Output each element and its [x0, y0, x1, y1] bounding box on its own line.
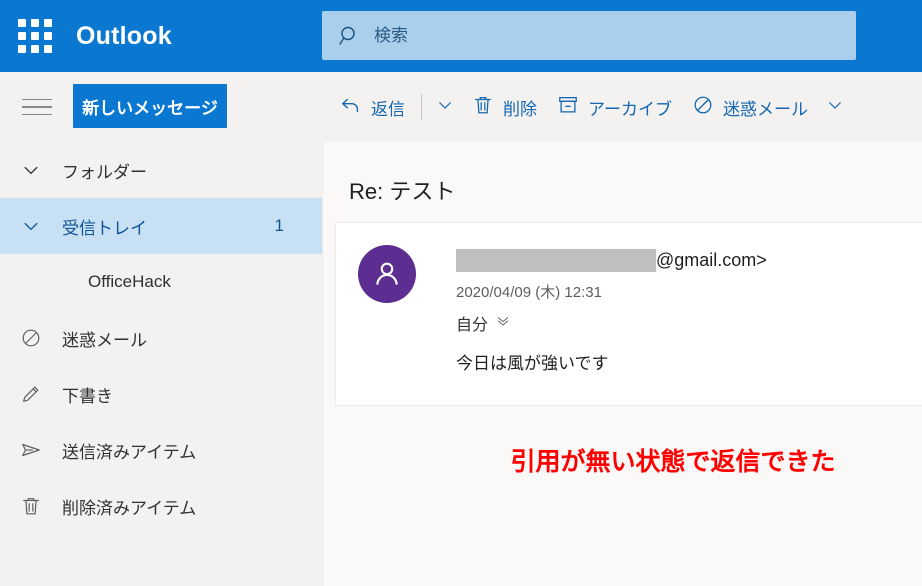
- more-actions-chevron[interactable]: [818, 90, 852, 125]
- chevron-down-icon: [0, 160, 62, 180]
- sidebar-item-label: OfficeHack: [88, 272, 171, 291]
- app-grid-dot: [31, 32, 39, 40]
- annotation-text: 引用が無い状態で返信できた: [510, 448, 836, 476]
- app-grid-dot: [31, 19, 39, 27]
- person-avatar-icon: [358, 245, 416, 303]
- archive-label: アーカイブ: [588, 99, 672, 119]
- reply-options-chevron[interactable]: [428, 90, 462, 125]
- junk-label: 迷惑メール: [722, 99, 808, 119]
- sidebar-item-inbox[interactable]: 受信トレイ 1: [0, 198, 322, 254]
- app-grid-dot: [44, 45, 52, 53]
- sidebar-item-label: 下書き: [62, 386, 113, 406]
- block-circle-slash-icon: [0, 327, 62, 349]
- trash-icon: [0, 495, 62, 517]
- app-grid-dot: [18, 32, 26, 40]
- sidebar-item-folders[interactable]: フォルダー: [0, 142, 322, 198]
- hamburger-line: [22, 98, 52, 101]
- app-grid-dot: [31, 45, 39, 53]
- delete-label: 削除: [503, 99, 537, 119]
- sidebar-item-junk[interactable]: 迷惑メール: [0, 310, 322, 366]
- sidebar-item-officehack[interactable]: OfficeHack: [0, 254, 322, 310]
- sidebar-item-label: 迷惑メール: [62, 330, 147, 350]
- message-subject: Re: テスト: [349, 179, 456, 204]
- reply-arrow-icon: [340, 94, 362, 121]
- new-message-button[interactable]: 新しいメッセージ: [73, 84, 227, 128]
- archive-button[interactable]: アーカイブ: [547, 88, 682, 127]
- chevron-down-icon: [0, 216, 62, 236]
- message-actions-toolbar: 返信 削除 アーカイブ 迷惑メール: [330, 72, 852, 142]
- app-grid-dot: [18, 19, 26, 27]
- recipient-label: 自分: [456, 317, 489, 334]
- search-icon: [338, 24, 362, 48]
- sidebar-item-label: フォルダー: [62, 162, 147, 182]
- app-brand-title: Outlook: [76, 21, 172, 50]
- pencil-icon: [0, 383, 62, 405]
- reply-button[interactable]: 返信: [330, 88, 415, 127]
- message-body: 今日は風が強いです: [456, 354, 609, 373]
- archive-box-icon: [557, 94, 579, 121]
- trash-icon: [472, 94, 494, 121]
- sidebar-item-label: 送信済みアイテム: [62, 442, 197, 462]
- app-grid-icon[interactable]: [12, 13, 58, 59]
- search-input[interactable]: [374, 25, 856, 46]
- search-box[interactable]: [322, 11, 856, 60]
- app-grid-dot: [44, 19, 52, 27]
- delete-button[interactable]: 削除: [462, 88, 547, 127]
- sidebar-item-deleted[interactable]: 削除済みアイテム: [0, 478, 322, 534]
- redacted-sender-name: [456, 249, 656, 272]
- reading-pane: Re: テスト @gmail.com> 2020/04/09 (木) 12:31…: [322, 142, 922, 586]
- hamburger-line: [22, 113, 52, 116]
- folder-sidebar: フォルダー 受信トレイ 1 OfficeHack 迷惑メール 下書き 送信済みア…: [0, 142, 322, 586]
- outlook-web-app: Outlook 新しいメッセージ 返信: [0, 0, 922, 586]
- sidebar-item-label: 受信トレイ: [62, 218, 147, 238]
- app-grid-dot: [18, 45, 26, 53]
- recipient-row[interactable]: 自分: [456, 311, 511, 335]
- toolbar-divider: [421, 94, 422, 120]
- app-grid-dot: [44, 32, 52, 40]
- reply-label: 返信: [371, 99, 405, 119]
- junk-button[interactable]: 迷惑メール: [682, 88, 818, 127]
- sidebar-item-sent[interactable]: 送信済みアイテム: [0, 422, 322, 478]
- sidebar-item-label: 削除済みアイテム: [62, 498, 197, 518]
- message-card: @gmail.com> 2020/04/09 (木) 12:31 自分 今日は風…: [335, 222, 922, 406]
- hamburger-menu-icon[interactable]: [22, 94, 52, 120]
- chevron-down-icon: [826, 96, 844, 119]
- unread-count-badge: 1: [274, 216, 284, 235]
- chevron-down-icon: [436, 96, 454, 119]
- hamburger-line: [22, 106, 52, 108]
- sender-domain: @gmail.com>: [656, 250, 767, 270]
- sidebar-item-drafts[interactable]: 下書き: [0, 366, 322, 422]
- double-chevron-down-icon[interactable]: [495, 313, 511, 334]
- sender-address: @gmail.com>: [456, 249, 767, 272]
- paper-plane-icon: [0, 439, 62, 461]
- message-date: 2020/04/09 (木) 12:31: [456, 284, 602, 301]
- block-circle-slash-icon: [692, 94, 714, 121]
